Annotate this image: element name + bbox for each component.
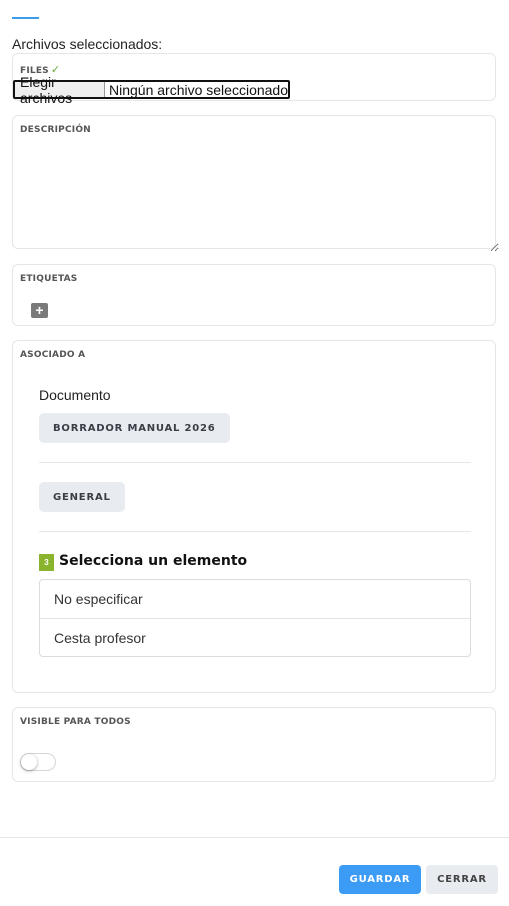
description-textarea[interactable] — [13, 116, 499, 252]
save-button[interactable]: GUARDAR — [339, 865, 421, 894]
step-badge: 3 — [39, 554, 54, 571]
description-label: DESCRIPCIÓN — [20, 125, 91, 135]
divider — [39, 531, 471, 532]
files-heading: Archivos seleccionados: — [12, 36, 163, 52]
associated-card: ASOCIADO A Documento BORRADOR MANUAL 202… — [12, 340, 496, 693]
option-list: No especificar Cesta profesor — [39, 579, 471, 657]
toggle-knob — [21, 754, 37, 770]
add-tag-button[interactable]: + — [31, 303, 48, 318]
associated-label: ASOCIADO A — [20, 350, 86, 360]
option-no-especificar[interactable]: No especificar — [40, 580, 470, 618]
file-status-text: Ningún archivo seleccionado — [109, 81, 288, 98]
description-card: DESCRIPCIÓN — [12, 115, 499, 252]
visible-label: VISIBLE PARA TODOS — [20, 717, 131, 727]
general-chip[interactable]: GENERAL — [39, 482, 125, 512]
file-input[interactable]: Elegir archivos Ningún archivo seleccion… — [13, 74, 290, 106]
files-card: FILES ✓ Elegir archivos Ningún archivo se… — [12, 53, 496, 106]
close-button[interactable]: CERRAR — [426, 865, 498, 894]
document-label: Documento — [39, 387, 111, 403]
tags-card: ETIQUETAS + — [12, 264, 496, 326]
visible-card: VISIBLE PARA TODOS — [12, 707, 496, 782]
visible-toggle[interactable] — [20, 753, 56, 771]
footer-divider — [0, 837, 509, 838]
choose-files-button[interactable]: Elegir archivos — [15, 74, 105, 106]
accent-line — [12, 17, 39, 19]
plus-icon: + — [35, 302, 44, 318]
select-title: Selecciona un elemento — [59, 553, 248, 569]
tags-label: ETIQUETAS — [20, 274, 78, 284]
option-cesta-profesor[interactable]: Cesta profesor — [40, 618, 470, 656]
divider — [39, 462, 471, 463]
document-chip[interactable]: BORRADOR MANUAL 2026 — [39, 413, 230, 443]
